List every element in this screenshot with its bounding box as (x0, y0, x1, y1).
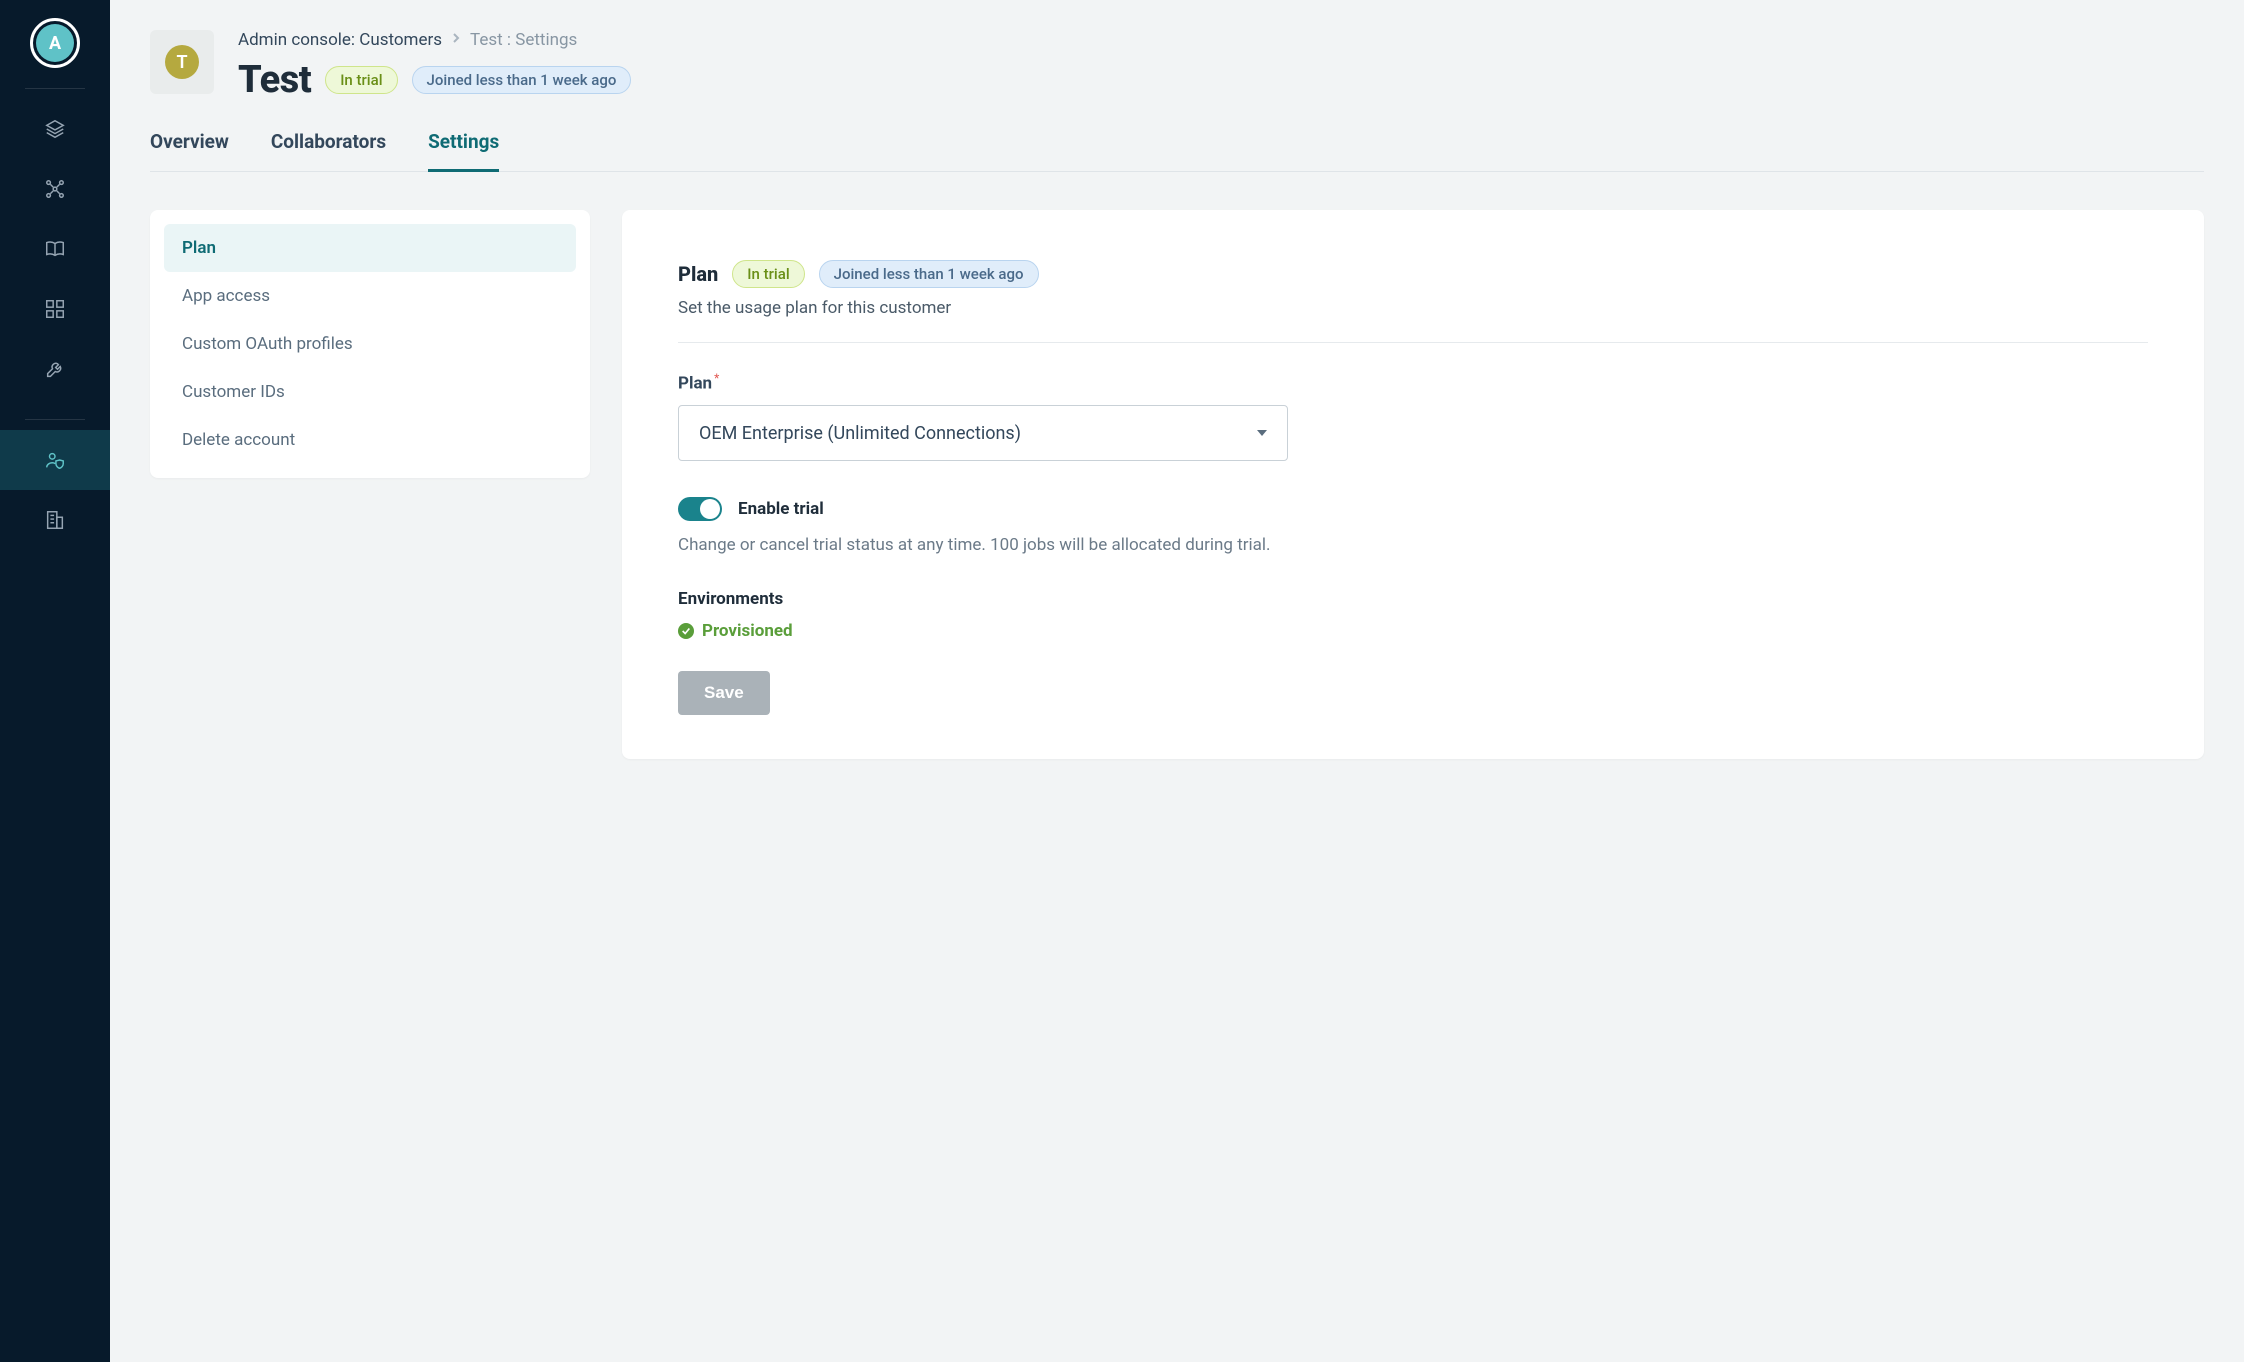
save-button[interactable]: Save (678, 671, 770, 715)
settings-sidenav: Plan App access Custom OAuth profiles Cu… (150, 210, 590, 478)
stack-icon (44, 118, 66, 140)
plan-joined-badge: Joined less than 1 week ago (819, 260, 1039, 288)
enable-trial-help: Change or cancel trial status at any tim… (678, 535, 2148, 555)
nav-item-org[interactable] (0, 490, 110, 550)
tab-settings[interactable]: Settings (428, 130, 499, 172)
joined-badge: Joined less than 1 week ago (412, 66, 632, 94)
breadcrumb-part-2: Test : Settings (470, 30, 577, 50)
nav-item-grid[interactable] (0, 279, 110, 339)
customer-tile-initial: T (165, 45, 199, 79)
plan-field-label: Plan (678, 373, 712, 393)
nav-item-graph[interactable] (0, 159, 110, 219)
sidenav-item-oauth[interactable]: Custom OAuth profiles (164, 320, 576, 368)
environments-status-text: Provisioned (702, 621, 793, 641)
plan-section-subtitle: Set the usage plan for this customer (678, 298, 2148, 318)
tab-collaborators[interactable]: Collaborators (271, 130, 386, 172)
chevron-down-icon (1257, 430, 1267, 436)
plan-trial-badge: In trial (732, 260, 804, 288)
book-icon (44, 238, 66, 260)
page-title: Test (238, 58, 311, 102)
breadcrumb: Admin console: Customers Test : Settings (238, 30, 631, 50)
customer-tile: T (150, 30, 214, 94)
graph-icon (44, 178, 66, 200)
sidenav-item-delete[interactable]: Delete account (164, 416, 576, 464)
nav-item-tools[interactable] (0, 339, 110, 399)
required-asterisk: * (714, 371, 719, 385)
left-nav: A (0, 0, 110, 1362)
breadcrumb-part-1[interactable]: Admin console: Customers (238, 30, 442, 50)
sidenav-item-plan[interactable]: Plan (164, 224, 576, 272)
enable-trial-label: Enable trial (738, 499, 824, 519)
divider (678, 342, 2148, 343)
check-circle-icon (678, 623, 694, 639)
plan-panel: Plan In trial Joined less than 1 week ag… (622, 210, 2204, 759)
wrench-icon (44, 358, 66, 380)
enable-trial-toggle[interactable] (678, 497, 722, 521)
plan-select-value: OEM Enterprise (Unlimited Connections) (699, 423, 1021, 444)
chevron-right-icon (452, 32, 460, 48)
user-shield-icon (44, 449, 66, 471)
account-avatar[interactable]: A (30, 18, 80, 68)
grid-icon (44, 298, 66, 320)
environments-title: Environments (678, 589, 2148, 609)
tab-overview[interactable]: Overview (150, 130, 229, 172)
avatar-initial: A (36, 24, 74, 62)
tabs: Overview Collaborators Settings (150, 130, 2204, 172)
environments-status: Provisioned (678, 621, 2148, 641)
building-icon (44, 509, 66, 531)
main-area: T Admin console: Customers Test : Settin… (110, 0, 2244, 1362)
nav-divider (25, 88, 85, 89)
plan-section-title: Plan (678, 262, 718, 286)
nav-item-book[interactable] (0, 219, 110, 279)
trial-badge: In trial (325, 66, 397, 94)
nav-item-stack[interactable] (0, 99, 110, 159)
plan-select[interactable]: OEM Enterprise (Unlimited Connections) (678, 405, 1288, 461)
nav-divider-2 (25, 419, 85, 420)
nav-item-admin[interactable] (0, 430, 110, 490)
toggle-knob (700, 499, 720, 519)
sidenav-item-customer-ids[interactable]: Customer IDs (164, 368, 576, 416)
page-header: T Admin console: Customers Test : Settin… (150, 30, 2204, 102)
sidenav-item-app-access[interactable]: App access (164, 272, 576, 320)
